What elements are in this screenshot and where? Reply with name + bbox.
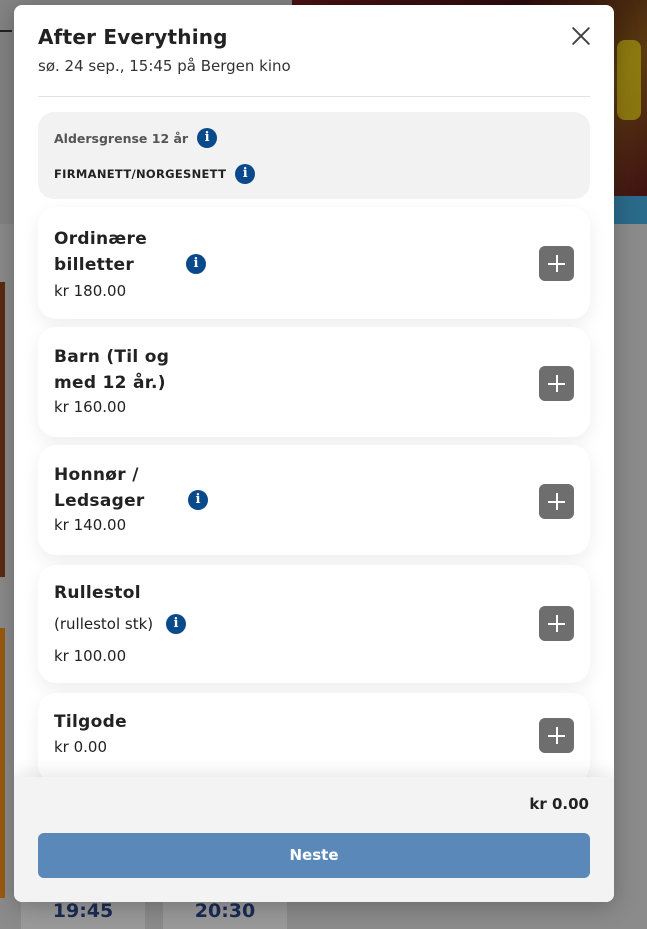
ticket-name: Tilgode [54, 712, 127, 732]
background-poster [0, 628, 5, 898]
ticket-selection-modal: After Everything sø. 24 sep., 15:45 på B… [14, 5, 614, 902]
next-button[interactable]: Neste [38, 833, 590, 878]
ticket-name-line: Barn (Til og [54, 347, 170, 367]
ticket-name-line: Ordinære [54, 229, 148, 249]
ticket-price: kr 140.00 [54, 516, 127, 534]
ticket-name-line: billetter [54, 255, 135, 275]
ticket-name: Ordinære billetter [54, 226, 147, 278]
add-ticket-button[interactable] [539, 606, 574, 641]
age-limit-row: Aldersgrense 12 år i [54, 128, 218, 148]
add-ticket-button[interactable] [539, 366, 574, 401]
ticket-price: kr 0.00 [54, 738, 108, 756]
ticket-type-ordinary: Ordinære billetter i kr 180.00 [38, 207, 590, 319]
ticket-price: kr 100.00 [54, 647, 127, 665]
banner-highlight [617, 40, 641, 120]
info-icon[interactable]: i [197, 128, 218, 148]
info-icon[interactable]: i [166, 614, 186, 634]
ticket-name-line: Ledsager [54, 491, 145, 511]
ticket-type-voucher: Tilgode kr 0.00 [38, 693, 590, 783]
showtime-label: 20:30 [194, 900, 256, 922]
ticket-name: Honnør / Ledsager [54, 462, 145, 514]
add-ticket-button[interactable] [539, 718, 574, 753]
ticket-name-line: Honnør / [54, 465, 139, 485]
ticket-name-line: med 12 år.) [54, 373, 166, 393]
showtime-label: 19:45 [52, 900, 114, 922]
add-ticket-button[interactable] [539, 246, 574, 281]
add-ticket-button[interactable] [539, 484, 574, 519]
ticket-type-wheelchair: Rullestol (rullestol stk) i kr 100.00 [38, 565, 590, 683]
movie-title: After Everything [38, 25, 228, 49]
modal-footer: kr 0.00 Neste [14, 777, 614, 902]
age-limit-label: Aldersgrense 12 år [54, 130, 189, 146]
ticket-name: Barn (Til og med 12 år.) [54, 344, 169, 396]
ticket-price: kr 160.00 [54, 398, 127, 416]
background-poster [0, 282, 5, 577]
info-icon[interactable]: i [188, 490, 208, 510]
background-menu-line [0, 30, 12, 32]
showtime-info: sø. 24 sep., 15:45 på Bergen kino [38, 57, 291, 75]
total-price: kr 0.00 [529, 795, 589, 813]
ticket-price: kr 180.00 [54, 282, 127, 300]
info-icon[interactable]: i [186, 254, 206, 274]
ticket-name: Rullestol [54, 583, 141, 603]
ticket-type-child: Barn (Til og med 12 år.) kr 160.00 [38, 327, 590, 437]
modal-header: After Everything sø. 24 sep., 15:45 på B… [38, 5, 590, 97]
movie-info-box: Aldersgrense 12 år i FIRMANETT/NORGESNET… [38, 112, 590, 199]
info-icon[interactable]: i [235, 164, 256, 184]
close-icon[interactable] [568, 23, 594, 49]
network-label: FIRMANETT/NORGESNETT [54, 167, 227, 181]
ticket-type-senior: Honnør / Ledsager i kr 140.00 [38, 445, 590, 555]
ticket-subtitle: (rullestol stk) [54, 615, 154, 633]
network-row: FIRMANETT/NORGESNETT i [54, 164, 256, 184]
